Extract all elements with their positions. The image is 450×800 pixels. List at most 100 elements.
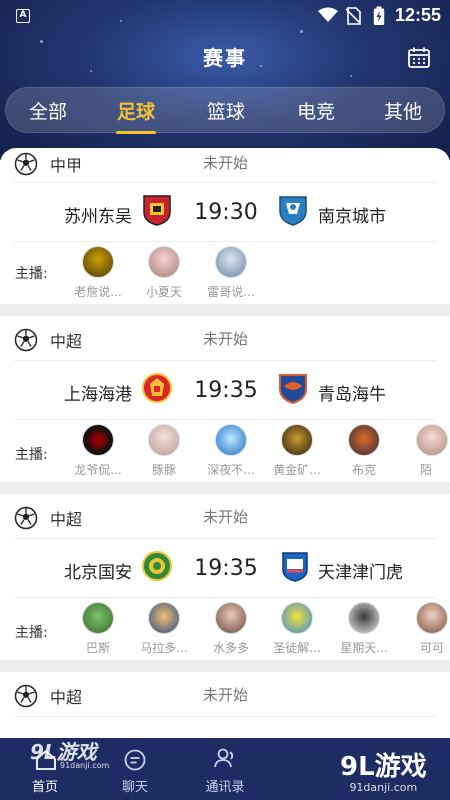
home-team-logo-icon: [142, 551, 172, 581]
avatar: [215, 246, 247, 278]
league-row: 中超 未开始: [0, 502, 450, 536]
divider: [14, 419, 436, 420]
anchor-name: 巴斯: [85, 641, 110, 655]
match-card[interactable]: 中超 未开始 上海海港 19:35 青岛海牛 主播: 龙爷侃... 豚豚 深夜不…: [0, 316, 450, 482]
football-icon: [14, 328, 38, 352]
anchor-item[interactable]: 深夜不...: [201, 424, 261, 478]
divider: [14, 716, 436, 717]
away-team-logo-icon: [279, 374, 307, 404]
football-icon: [14, 506, 38, 530]
match-time: 19:35: [194, 556, 258, 581]
anchor-name: 圣徒解...: [273, 641, 321, 655]
anchor-item[interactable]: 圣徒解...: [267, 602, 327, 656]
anchor-item[interactable]: 布克: [334, 424, 394, 478]
avatar: [82, 424, 114, 456]
avatar: [416, 602, 448, 634]
avatar: [215, 602, 247, 634]
away-team-logo-icon: [279, 196, 307, 226]
anchor-item[interactable]: 黄金矿...: [267, 424, 327, 478]
anchor-name: 陌: [420, 463, 433, 477]
match-status: 未开始: [203, 686, 249, 704]
match-status: 未开始: [203, 154, 249, 172]
anchors-label: 主播:: [15, 447, 48, 463]
avatar: [281, 424, 313, 456]
card-separator: [0, 660, 450, 672]
league-name: 中超: [50, 510, 83, 529]
anchor-item[interactable]: 星期天...: [334, 602, 394, 656]
anchor-name: 小夏天: [145, 285, 182, 299]
anchor-item[interactable]: 老詹说...: [68, 246, 128, 300]
anchor-name: 龙爷侃...: [74, 463, 122, 477]
avatar: [82, 246, 114, 278]
watermark-left: 9L游戏 91danji.com: [30, 736, 109, 770]
anchor-name: 老詹说...: [74, 285, 122, 299]
divider: [14, 182, 436, 183]
home-team-logo-icon: [143, 195, 171, 226]
match-card[interactable]: 中超 未开始 北京国安 19:35 天津津门虎 主播: 巴斯 马拉多... 水多…: [0, 494, 450, 660]
anchor-item[interactable]: 龙爷侃...: [68, 424, 128, 478]
anchor-name: 深夜不...: [207, 463, 255, 477]
avatar: [148, 424, 180, 456]
divider: [14, 597, 436, 598]
tab-esports[interactable]: 电竞: [286, 97, 346, 124]
anchor-item[interactable]: 陌: [400, 424, 450, 478]
match-status: 未开始: [203, 508, 249, 526]
home-team-name: 苏州东吴: [64, 207, 132, 227]
match-card[interactable]: 中甲 未开始 苏州东吴 19:30 南京城市 主播: 老詹说... 小夏天 雷哥…: [0, 148, 450, 304]
battery-charging-icon: [373, 6, 385, 25]
anchor-item[interactable]: 雷哥说...: [201, 246, 261, 300]
card-separator: [0, 304, 450, 316]
watermark-url: 91danji.com: [349, 781, 418, 794]
app-notification-icon: A: [16, 9, 30, 23]
match-time: 19:35: [194, 378, 258, 403]
tab-football[interactable]: 足球: [106, 97, 166, 134]
anchor-item[interactable]: 豚豚: [134, 424, 194, 478]
card-separator: [0, 482, 450, 494]
status-bar: A 12:55: [0, 0, 450, 32]
away-team-name: 南京城市: [318, 207, 386, 227]
avatar: [82, 602, 114, 634]
anchor-name: 可可: [420, 641, 445, 655]
header: A 12:55 赛事 全部 足球 篮球 电竞 其他: [0, 0, 450, 160]
avatar: [416, 424, 448, 456]
avatar: [148, 602, 180, 634]
tab-all[interactable]: 全部: [18, 97, 78, 124]
nav-label: 首页: [31, 780, 58, 795]
watermark-text: 9L游戏: [340, 752, 427, 782]
watermark-url: 91danji.com: [60, 761, 110, 770]
anchor-item[interactable]: 马拉多...: [134, 602, 194, 656]
clock: 12:55: [395, 5, 442, 25]
divider: [14, 241, 436, 242]
anchor-name: 星期天...: [340, 641, 388, 655]
anchor-name: 水多多: [212, 641, 249, 655]
anchors-label: 主播:: [15, 266, 48, 282]
wifi-icon: [318, 7, 338, 22]
nav-chat[interactable]: 聊天: [100, 738, 170, 800]
match-status: 未开始: [203, 330, 249, 348]
divider: [14, 360, 436, 361]
chat-icon: [124, 749, 146, 771]
anchor-item[interactable]: 小夏天: [134, 246, 194, 300]
anchors-label: 主播:: [15, 625, 48, 641]
anchor-name: 雷哥说...: [207, 285, 255, 299]
contacts-icon: [214, 748, 234, 768]
tab-other[interactable]: 其他: [373, 97, 433, 124]
league-name: 中甲: [50, 156, 83, 175]
home-team-name: 北京国安: [64, 563, 132, 583]
anchor-item[interactable]: 可可: [400, 602, 450, 656]
nav-contacts[interactable]: 通讯录: [190, 738, 260, 800]
match-card[interactable]: 中超 未开始: [0, 672, 450, 738]
away-team-name: 青岛海牛: [318, 385, 386, 405]
anchor-item[interactable]: 巴斯: [68, 602, 128, 656]
league-row: 中超 未开始: [0, 324, 450, 358]
sport-tabs: 全部 足球 篮球 电竞 其他: [5, 87, 445, 134]
divider: [14, 538, 436, 539]
league-row: 中超 未开始: [0, 680, 450, 714]
league-name: 中超: [50, 332, 83, 351]
avatar: [348, 602, 380, 634]
anchor-item[interactable]: 水多多: [201, 602, 261, 656]
match-time: 19:30: [194, 200, 258, 225]
tab-basketball[interactable]: 篮球: [196, 97, 256, 124]
match-list[interactable]: 中甲 未开始 苏州东吴 19:30 南京城市 主播: 老詹说... 小夏天 雷哥…: [0, 148, 450, 738]
calendar-icon[interactable]: [407, 46, 431, 70]
